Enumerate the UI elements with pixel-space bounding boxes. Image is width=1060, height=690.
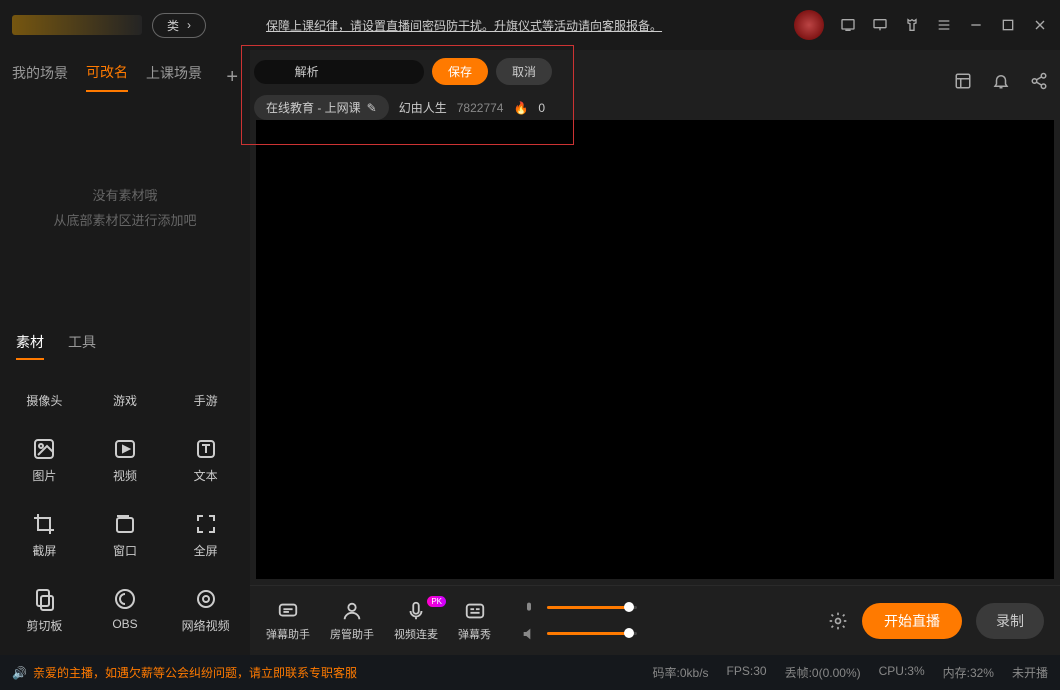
category-text: 在线教育 - 上网课 [266, 99, 361, 116]
pill-label: 类 [167, 17, 179, 34]
category-pill[interactable]: 类› [152, 13, 206, 38]
person-icon [341, 600, 363, 622]
crop-icon [32, 512, 56, 536]
screenshot-label: 截屏 [32, 542, 56, 559]
fullscreen-label: 全屏 [194, 542, 218, 559]
source-game[interactable]: 游戏 [85, 378, 166, 423]
category-chip[interactable]: 在线教育 - 上网课 ✎ [254, 95, 389, 120]
tab-my-scene[interactable]: 我的场景 [12, 63, 68, 91]
source-fullscreen[interactable]: 全屏 [165, 498, 246, 573]
fullscreen-icon [194, 512, 218, 536]
room-title-input[interactable] [254, 60, 424, 84]
camera-label: 摄像头 [26, 392, 62, 409]
screen-icon[interactable] [840, 17, 856, 33]
image-label: 图片 [32, 467, 56, 484]
source-screenshot[interactable]: 截屏 [4, 498, 85, 573]
stat-mem: 内存:32% [943, 664, 994, 681]
stat-bitrate: 码率:0kb/s [653, 664, 709, 681]
tab-class-scene[interactable]: 上课场景 [146, 63, 202, 91]
edit-icon: ✎ [367, 101, 377, 115]
status-message: 亲爱的主播，如遇欠薪等公会纠纷问题，请立即联系专职客服 [33, 664, 357, 681]
clipboard-label: 剪切板 [26, 617, 62, 634]
danmushow-icon [464, 600, 486, 622]
video-call[interactable]: PK视频连麦 [394, 600, 438, 642]
video-preview [256, 120, 1054, 579]
source-mobile[interactable]: 手游 [165, 378, 246, 423]
shirt-icon[interactable] [904, 17, 920, 33]
tab-rename[interactable]: 可改名 [86, 62, 128, 92]
share-icon[interactable] [1030, 72, 1048, 90]
text-label: 文本 [194, 467, 218, 484]
add-scene-button[interactable]: + [226, 66, 238, 89]
chat-icon [277, 600, 299, 622]
maximize-icon[interactable] [1000, 17, 1016, 33]
room-id: 7822774 [457, 101, 504, 115]
mod-label: 房管助手 [330, 626, 374, 642]
app-logo [12, 15, 142, 35]
monitor-icon[interactable] [872, 17, 888, 33]
window-label: 窗口 [113, 542, 137, 559]
speaker-icon [521, 626, 537, 642]
start-stream-button[interactable]: 开始直播 [862, 603, 962, 639]
video-icon [113, 437, 137, 461]
chevron-right-icon: › [187, 18, 191, 32]
netvideo-icon [194, 587, 218, 611]
username: 幻由人生 [399, 99, 447, 116]
stat-drop: 丢帧:0(0.00%) [785, 664, 861, 681]
cancel-button[interactable]: 取消 [496, 58, 552, 85]
obs-label: OBS [112, 617, 137, 631]
mic-slider[interactable] [547, 606, 637, 609]
source-netvideo[interactable]: 网络视频 [165, 573, 246, 648]
obs-icon [113, 587, 137, 611]
title-edit-panel: 保存 取消 在线教育 - 上网课 ✎ 幻由人生 7822774 🔥 0 [241, 45, 574, 145]
minimize-icon[interactable] [968, 17, 984, 33]
stat-fps: FPS:30 [727, 664, 767, 681]
mod-helper[interactable]: 房管助手 [330, 600, 374, 642]
save-button[interactable]: 保存 [432, 58, 488, 85]
empty-line-2: 从底部素材区进行添加吧 [53, 210, 196, 229]
source-video[interactable]: 视频 [85, 423, 166, 498]
layout-icon[interactable] [954, 72, 972, 90]
stat-cpu: CPU:3% [879, 664, 925, 681]
text-icon [194, 437, 218, 461]
videocall-label: 视频连麦 [394, 626, 438, 642]
image-icon [32, 437, 56, 461]
menu-icon[interactable] [936, 17, 952, 33]
flame-icon: 🔥 [513, 101, 528, 115]
danmu-label: 弹幕助手 [266, 626, 310, 642]
source-image[interactable]: 图片 [4, 423, 85, 498]
source-clipboard[interactable]: 剪切板 [4, 573, 85, 648]
bell-icon[interactable] [992, 72, 1010, 90]
empty-line-1: 没有素材哦 [92, 185, 157, 204]
mic-icon [405, 600, 427, 622]
heat-value: 0 [538, 101, 545, 115]
game-label: 游戏 [113, 392, 137, 409]
tooltab-tools[interactable]: 工具 [68, 332, 96, 360]
danmushow-label: 弹幕秀 [458, 626, 491, 642]
source-window[interactable]: 窗口 [85, 498, 166, 573]
speaker-status-icon: 🔊 [12, 666, 27, 680]
danmu-show[interactable]: 弹幕秀 [458, 600, 491, 642]
mic-vol-icon [521, 600, 537, 616]
source-obs[interactable]: OBS [85, 573, 166, 648]
danmu-helper[interactable]: 弹幕助手 [266, 600, 310, 642]
tooltab-material[interactable]: 素材 [16, 332, 44, 360]
netvideo-label: 网络视频 [182, 617, 230, 634]
speaker-slider[interactable] [547, 632, 637, 635]
clipboard-icon [32, 587, 56, 611]
pk-badge: PK [427, 596, 446, 607]
close-icon[interactable] [1032, 17, 1048, 33]
video-label: 视频 [113, 467, 137, 484]
record-button[interactable]: 录制 [976, 603, 1044, 639]
stat-state: 未开播 [1012, 664, 1048, 681]
notice-link[interactable]: 保障上课纪律，请设置直播间密码防干扰。升旗仪式等活动请向客服报备。 [266, 17, 662, 34]
window-icon [113, 512, 137, 536]
source-text[interactable]: 文本 [165, 423, 246, 498]
mobile-label: 手游 [194, 392, 218, 409]
avatar[interactable] [794, 10, 824, 40]
gear-icon[interactable] [828, 611, 848, 631]
source-camera[interactable]: 摄像头 [4, 378, 85, 423]
